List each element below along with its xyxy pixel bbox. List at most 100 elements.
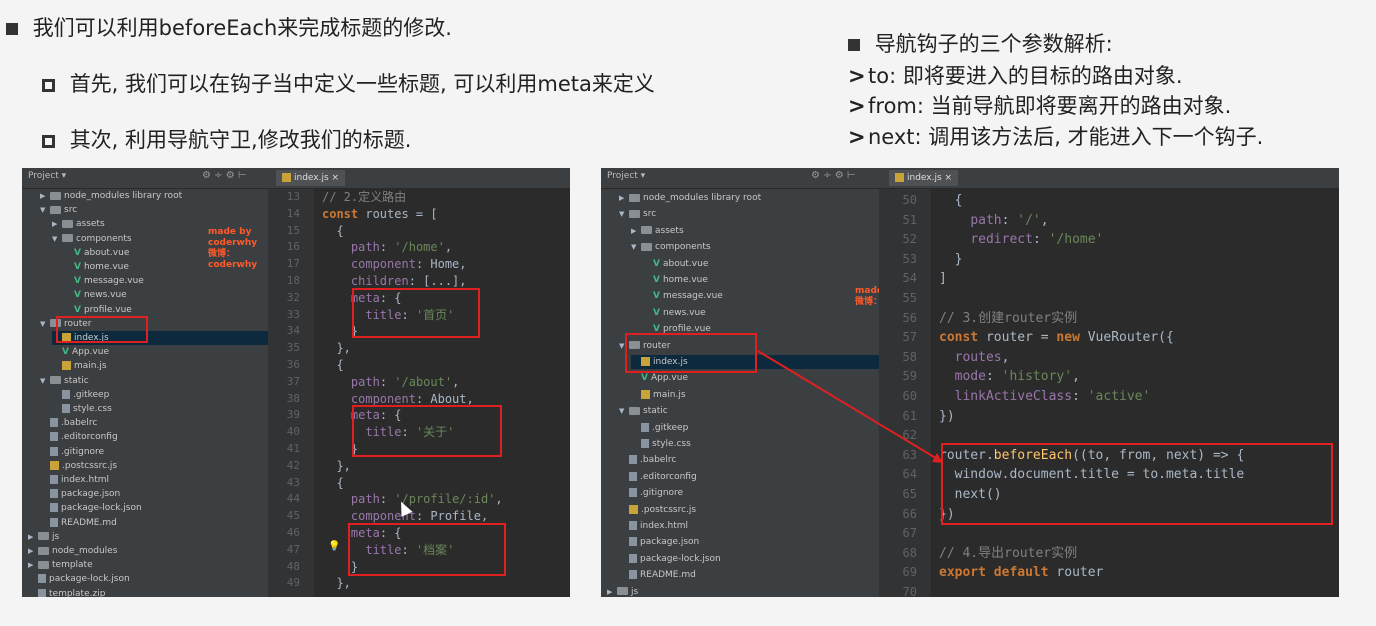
line-number: 47 (286, 542, 300, 556)
line-number: 49 (286, 576, 300, 590)
code-line[interactable]: }, (322, 575, 350, 592)
tree-item[interactable]: package-lock.json (28, 572, 130, 586)
code-line[interactable]: path: '/home', (322, 239, 452, 256)
vue-file-icon: V (74, 304, 81, 315)
line-number: 33 (286, 307, 300, 321)
tree-item[interactable]: .gitkeep (52, 388, 109, 402)
file-icon (50, 432, 58, 442)
file-icon (50, 503, 58, 513)
sub-point-2: 其次, 利用导航守卫,修改我们的标题. (42, 124, 411, 154)
chevron-right-icon: > (848, 125, 866, 149)
tree-item-label: template.zip (49, 588, 106, 597)
tree-item[interactable]: main.js (52, 359, 107, 373)
tree-item[interactable]: ▼ static (40, 374, 89, 388)
line-number: 32 (286, 290, 300, 304)
tree-item[interactable]: .babelrc (40, 416, 97, 430)
line-number: 42 (286, 458, 300, 472)
code-line[interactable]: { (322, 357, 343, 374)
tree-item-label: home.vue (83, 262, 129, 272)
tree-item-label: README.md (61, 517, 117, 528)
toolbar-icons[interactable]: ⚙ ÷ ⚙ ⊢ (202, 170, 247, 181)
line-number: 43 (286, 475, 300, 489)
tree-item[interactable]: Vnews.vue (64, 288, 127, 302)
expand-arrow-icon[interactable]: ▼ (40, 374, 50, 388)
highlight-router-folder (56, 316, 148, 343)
tree-item[interactable]: ▶ template (28, 558, 93, 572)
expand-arrow-icon[interactable]: ▶ (28, 544, 38, 558)
tree-item-label: .editorconfig (61, 432, 118, 443)
params-title: 导航钩子的三个参数解析: (848, 28, 1113, 58)
code-line[interactable]: const routes = [ (322, 206, 438, 223)
tree-item[interactable]: Vabout.vue (64, 246, 129, 260)
tree-item[interactable]: ▶ js (28, 530, 59, 544)
code-line[interactable]: path: '/about', (322, 374, 459, 391)
tree-item-label: style.css (73, 404, 112, 414)
sub-point-1: 首先, 我们可以在钩子当中定义一些标题, 可以利用meta来定义 (42, 68, 655, 98)
vue-file-icon: V (62, 347, 69, 358)
tree-item[interactable]: ▶ assets (52, 217, 105, 231)
line-number: 34 (286, 324, 300, 338)
vue-file-icon: V (74, 276, 81, 287)
code-line[interactable]: { (322, 223, 343, 240)
project-tree: ▶ node_modules library root ▼ src ▶ assets ▼ co… (22, 189, 298, 597)
tree-item[interactable]: .editorconfig (40, 430, 118, 444)
vue-file-icon: V (74, 290, 81, 301)
code-line[interactable]: { (322, 475, 343, 492)
line-number: 44 (286, 492, 300, 506)
tree-item[interactable]: style.css (52, 402, 112, 416)
tree-item[interactable]: package.json (40, 487, 120, 501)
tree-item-label: .postcssrc.js (62, 460, 118, 471)
tree-item[interactable]: Vprofile.vue (64, 303, 132, 317)
code-line[interactable]: path: '/profile/:id', (322, 491, 503, 508)
expand-arrow-icon[interactable]: ▶ (28, 530, 38, 544)
highlight-meta-about (352, 405, 502, 457)
expand-arrow-icon[interactable]: ▼ (52, 232, 62, 246)
tree-item-label: about.vue (83, 247, 130, 258)
tree-item-label: node_modules (52, 546, 118, 556)
expand-arrow-icon[interactable]: ▼ (40, 203, 50, 217)
project-dropdown[interactable]: Project ▾ (28, 171, 66, 181)
expand-arrow-icon[interactable]: ▶ (52, 217, 62, 231)
folder-icon (38, 560, 49, 569)
code-line[interactable]: // 2.定义路由 (322, 189, 406, 206)
tree-item-label: src (64, 205, 78, 216)
code-line[interactable]: }, (322, 458, 350, 475)
ide-screenshot-right: Project ▾ ⚙ ÷ ⚙ ⊢ index.js × ▶ node_modul… (601, 168, 1339, 597)
js-file-icon (282, 173, 291, 182)
tree-item[interactable]: Vmessage.vue (64, 274, 144, 288)
expand-arrow-icon[interactable]: ▼ (40, 317, 50, 331)
bulb-icon[interactable]: 💡 (328, 541, 340, 552)
tree-item[interactable]: ▶ node_modules (28, 544, 117, 558)
tree-item-label: package.json (61, 489, 121, 500)
line-number: 35 (286, 341, 300, 355)
tree-item-label: index.html (61, 475, 109, 485)
folder-icon (50, 376, 61, 385)
tree-item-label: package-lock.json (49, 574, 130, 585)
chevron-right-icon: > (848, 94, 866, 118)
tree-item[interactable]: .gitignore (40, 445, 104, 459)
tree-item[interactable]: ▶ node_modules library root (40, 189, 182, 203)
tree-item[interactable]: README.md (40, 516, 117, 530)
tree-item[interactable]: .postcssrc.js (40, 459, 117, 473)
tree-item[interactable]: package-lock.json (40, 501, 142, 515)
tab-index-js[interactable]: index.js × (276, 170, 346, 186)
tree-item[interactable]: ▼ components (52, 232, 132, 246)
tree-item[interactable]: Vhome.vue (64, 260, 129, 274)
tree-item[interactable]: ▼ src (40, 203, 77, 217)
js-file-icon (62, 361, 71, 371)
expand-arrow-icon[interactable]: ▶ (28, 558, 38, 572)
code-line[interactable]: component: Home, (322, 256, 467, 273)
tree-item[interactable]: index.html (40, 473, 109, 487)
tree-item-label: App.vue (71, 347, 109, 358)
line-number: 15 (286, 223, 300, 237)
line-number: 37 (286, 374, 300, 388)
tree-item[interactable]: template.zip (28, 587, 105, 597)
red-arrow-head-icon (932, 453, 943, 463)
tree-item[interactable]: V App.vue (52, 345, 109, 359)
expand-arrow-icon[interactable]: ▶ (40, 189, 50, 203)
hollow-square-bullet-icon (42, 134, 55, 148)
code-line[interactable]: }, (322, 340, 350, 357)
file-icon (38, 574, 46, 584)
folder-icon (38, 546, 49, 555)
tree-item-label: assets (76, 219, 105, 230)
